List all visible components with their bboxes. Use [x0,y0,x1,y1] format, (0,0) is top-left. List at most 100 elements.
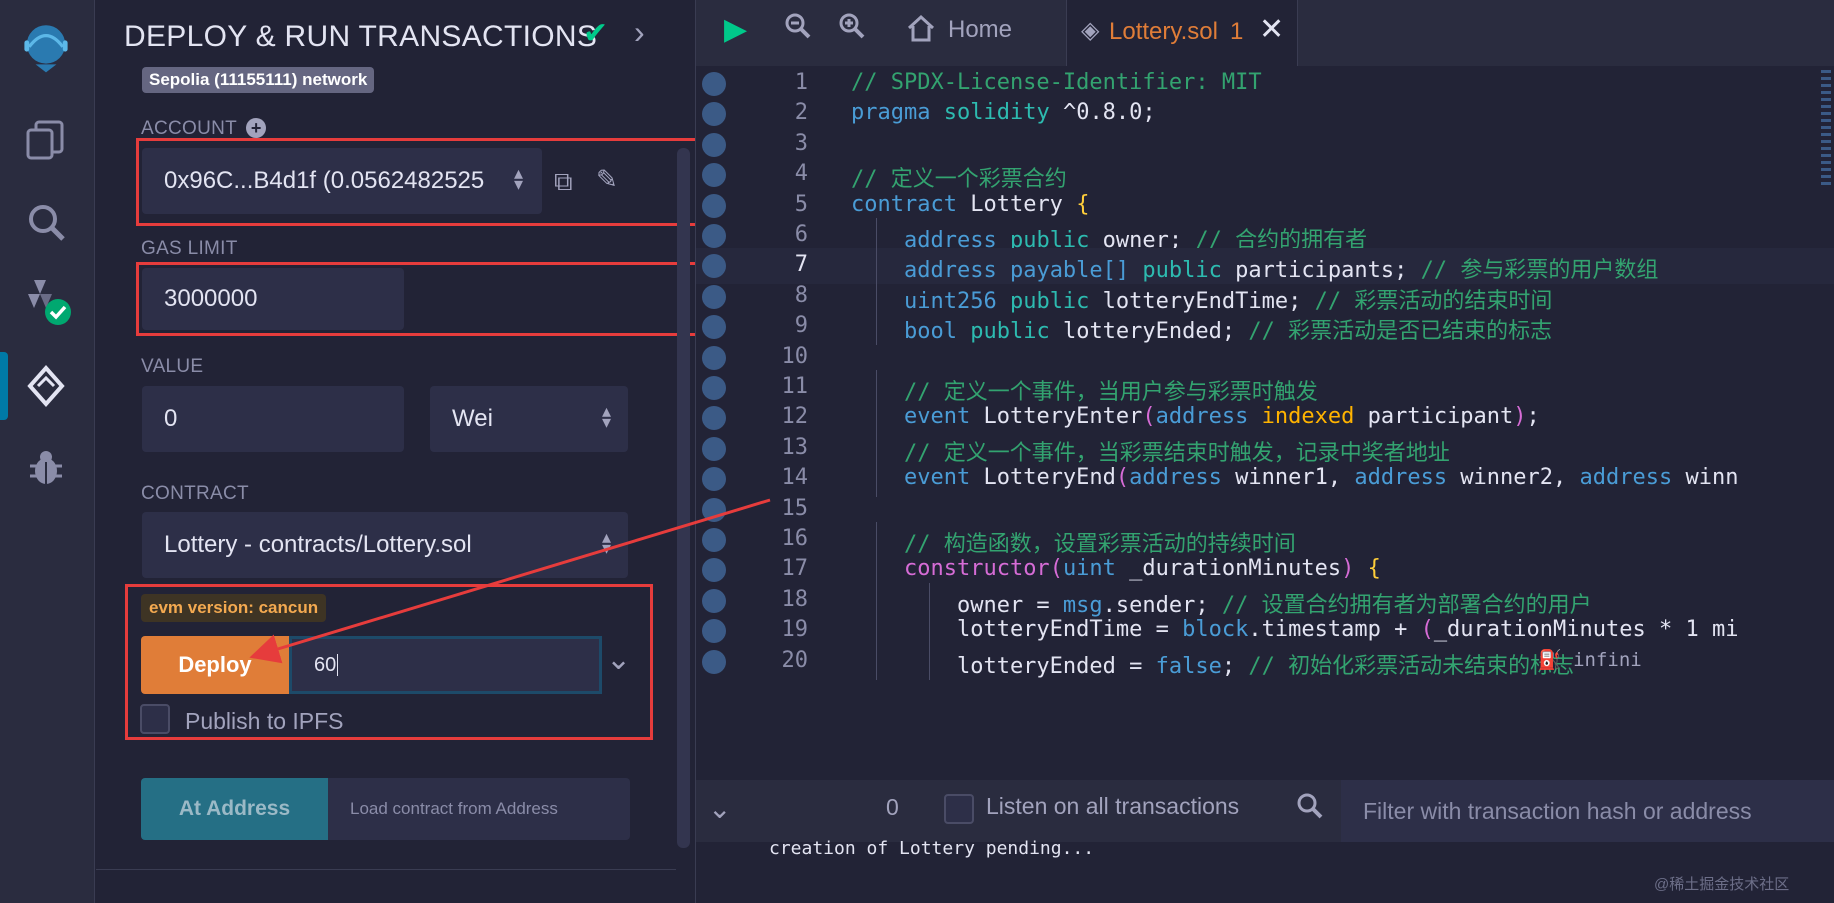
code-text: constructor(uint _durationMinutes) { [903,556,1381,582]
highlight-box-gas [136,262,730,336]
terminal-filter-placeholder: Filter with transaction hash or address [1363,797,1752,824]
panel-divider [96,869,676,870]
listen-all-checkbox[interactable] [944,794,974,824]
close-tab-icon[interactable]: ✕ [1259,12,1284,47]
line-number: 14 [781,465,809,491]
code-text: contract Lottery { [851,191,1090,217]
at-address-button[interactable]: At Address [141,778,328,840]
editor-area: ▶ Home ◈ Lottery.sol 1 ✕ 1 // SPDX-Licens… [695,0,1834,903]
chevron-right-icon[interactable]: › [634,14,645,51]
breakpoint-marker[interactable] [702,497,726,522]
load-address-placeholder: Load contract from Address [350,799,558,818]
breakpoint-marker[interactable] [702,163,726,188]
active-indicator [0,352,8,420]
load-address-input[interactable]: Load contract from Address [328,778,630,840]
zoom-in-icon[interactable] [838,12,866,48]
panel-scrollbar[interactable] [677,148,690,848]
check-icon: ✔ [583,17,609,50]
breakpoint-marker[interactable] [702,224,726,248]
highlight-box-account [136,138,734,226]
line-number: 11 [781,374,809,399]
run-icon[interactable]: ▶ [724,12,747,47]
value-unit: Wei [452,405,493,432]
code-text: lotteryEnded = false; // 初始化彩票活动未结束的标志 [851,653,1575,679]
terminal-collapse-icon[interactable]: ⌄ [708,792,731,825]
breakpoint-marker[interactable] [702,254,726,279]
value-amount: 0 [164,405,178,432]
indent-guide [876,643,877,680]
breakpoint-marker[interactable] [702,376,726,400]
gas-estimate-hint: ⛽ infini [1538,648,1642,671]
terminal-output: creation of Lottery pending... [769,838,1095,859]
code-text: event LotteryEnd(address winner1, addres… [903,465,1739,491]
solidity-compiler-icon[interactable] [18,272,74,328]
line-number: 5 [794,191,808,217]
contract-label: CONTRACT [141,483,249,504]
line-number: 20 [781,647,809,673]
breakpoint-marker[interactable] [702,193,726,218]
terminal-search-icon[interactable] [1296,792,1324,827]
remix-logo-icon[interactable] [18,18,74,74]
contract-updown-icon: ▴ ▾ [602,527,612,558]
highlight-box-deploy [125,584,653,740]
search-icon[interactable] [18,194,74,250]
breakpoint-marker[interactable] [702,558,726,583]
breakpoint-marker[interactable] [702,619,726,644]
line-number: 10 [781,343,809,369]
breakpoint-marker[interactable] [702,284,726,309]
value-input[interactable]: 0 [142,386,404,452]
line-number: 19 [781,617,809,643]
breakpoint-marker[interactable] [702,467,726,492]
code-minimap[interactable] [1821,66,1834,216]
contract-value: Lottery - contracts/Lottery.sol [164,531,472,558]
deploy-panel: DEPLOY & RUN TRANSACTIONS ✔ › Sepolia (1… [96,0,734,903]
value-unit-select[interactable]: Wei [430,386,628,452]
code-text: lotteryEndTime = block.timestamp + (_dur… [851,617,1739,643]
watermark: @稀土掘金技术社区 [1654,876,1790,893]
unit-updown-icon: ▴ ▾ [602,401,612,432]
line-number: 15 [781,495,809,521]
debugger-icon[interactable] [18,440,74,496]
line-number: 7 [794,252,808,278]
gas-limit-label: GAS LIMIT [141,238,238,259]
code-text: event LotteryEnter(address indexed parti… [903,404,1540,430]
line-number: 4 [794,161,808,187]
add-account-icon[interactable]: + [246,118,267,138]
breakpoint-marker[interactable] [702,102,726,127]
account-label: ACCOUNT + [141,118,267,140]
tab-lottery-sol[interactable]: ◈ Lottery.sol 1 ✕ [1066,0,1298,66]
files-icon[interactable] [18,112,74,168]
line-number: 12 [781,404,809,430]
breakpoint-marker[interactable] [702,436,726,461]
code-text: pragma solidity ^0.8.0; [851,100,1156,126]
line-number: 9 [794,313,808,339]
breakpoint-marker[interactable] [702,528,726,552]
breakpoint-marker[interactable] [702,72,726,96]
line-number: 3 [794,130,808,156]
tab-issue-count: 1 [1230,18,1244,45]
indent-guide [928,643,930,680]
breakpoint-marker[interactable] [702,315,726,340]
zoom-out-icon[interactable] [784,12,812,48]
breakpoint-marker[interactable] [702,406,726,431]
pending-count: 0 [886,794,899,820]
deploy-run-icon[interactable] [18,358,74,414]
line-number: 13 [781,434,809,460]
code-line[interactable]: 20 lotteryEnded = false; // 初始化彩票活动未结束的标… [696,643,1834,680]
tab-home[interactable]: Home [948,16,1012,44]
terminal-filter-input[interactable]: Filter with transaction hash or address [1341,780,1834,842]
line-number: 6 [794,222,808,247]
solidity-file-icon: ◈ [1081,17,1100,44]
breakpoint-marker[interactable] [702,588,726,613]
breakpoint-marker[interactable] [702,132,726,157]
code-text: // SPDX-License-Identifier: MIT [851,70,1262,95]
breakpoint-marker[interactable] [702,649,726,674]
line-number: 2 [794,100,808,126]
code-editor[interactable]: 1 // SPDX-License-Identifier: MIT 2 pragma … [696,66,1834,772]
breakpoint-marker[interactable] [702,345,726,370]
line-number: 16 [781,526,809,551]
contract-select[interactable]: Lottery - contracts/Lottery.sol [142,512,628,578]
value-label: VALUE [141,356,204,377]
panel-title: DEPLOY & RUN TRANSACTIONS [124,20,598,53]
listen-all-label: Listen on all transactions [986,793,1240,819]
